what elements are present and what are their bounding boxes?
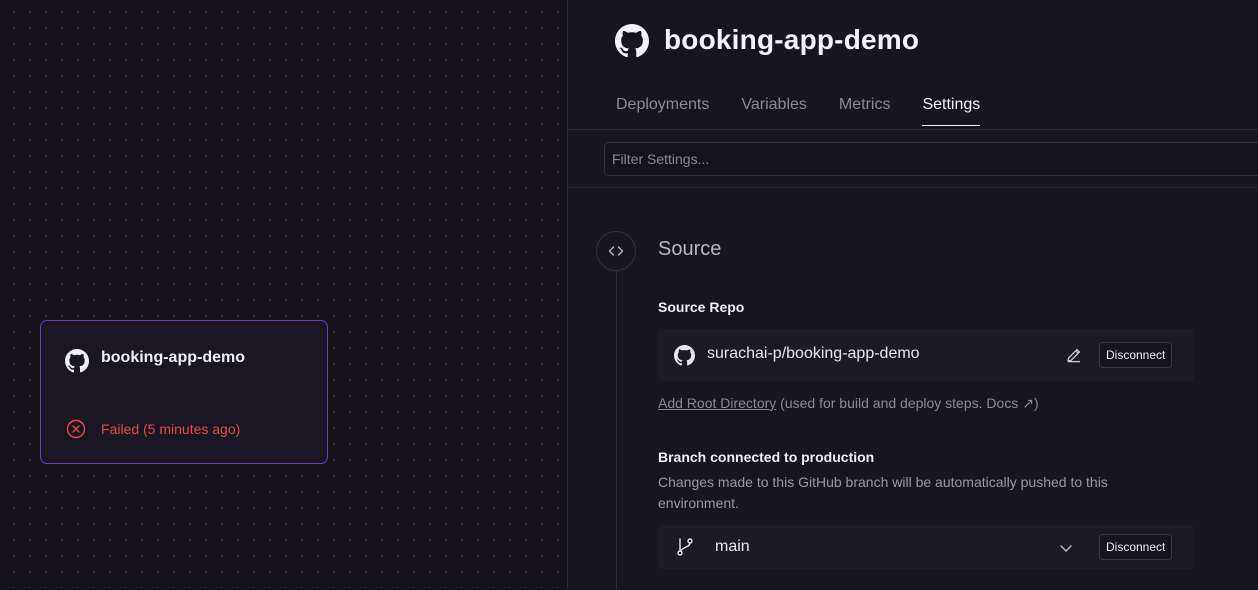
branch-label: Branch connected to production — [658, 449, 874, 465]
filter-settings-input[interactable] — [604, 142, 1258, 176]
edit-icon[interactable] — [1064, 345, 1084, 365]
source-repo-label: Source Repo — [658, 299, 744, 315]
deployment-status: Failed (5 minutes ago) — [101, 421, 240, 437]
service-card-title: booking-app-demo — [101, 349, 245, 367]
filter-bar — [568, 130, 1258, 188]
repo-name: surachai-p/booking-app-demo — [707, 345, 920, 363]
panel-header: booking-app-demo Deployments Variables M… — [568, 0, 1258, 130]
root-directory-line: Add Root Directory (used for build and d… — [658, 395, 1039, 412]
service-panel: booking-app-demo Deployments Variables M… — [568, 0, 1258, 588]
branch-description: Changes made to this GitHub branch will … — [658, 472, 1178, 514]
section-icon-badge — [596, 231, 636, 271]
chevron-down-icon — [1058, 540, 1074, 556]
git-branch-icon — [674, 536, 696, 558]
branch-name: main — [715, 538, 750, 556]
x-circle-icon — [66, 419, 86, 439]
branch-select[interactable]: main Disconnect — [658, 525, 1194, 569]
page-title: booking-app-demo — [664, 24, 919, 56]
tab-deployments[interactable]: Deployments — [616, 96, 709, 125]
github-icon — [65, 349, 89, 373]
github-icon — [674, 345, 695, 366]
docs-link[interactable]: Docs ↗ — [986, 395, 1034, 411]
tab-metrics[interactable]: Metrics — [839, 96, 891, 125]
project-canvas[interactable]: booking-app-demo Failed (5 minutes ago) — [0, 0, 567, 588]
service-card[interactable]: booking-app-demo Failed (5 minutes ago) — [40, 320, 328, 464]
tab-bar: Deployments Variables Metrics Settings — [616, 96, 980, 125]
disconnect-branch-button[interactable]: Disconnect — [1099, 534, 1172, 560]
tab-settings[interactable]: Settings — [922, 96, 980, 125]
disconnect-repo-button[interactable]: Disconnect — [1099, 342, 1172, 368]
add-root-directory-link[interactable]: Add Root Directory — [658, 395, 776, 411]
source-repo-box: surachai-p/booking-app-demo Disconnect — [658, 329, 1194, 381]
github-icon — [615, 24, 649, 58]
tab-variables[interactable]: Variables — [741, 96, 807, 125]
section-timeline — [616, 270, 617, 590]
root-directory-hint-suffix: ) — [1034, 395, 1039, 411]
root-directory-hint-prefix: (used for build and deploy steps. — [780, 395, 986, 411]
code-icon — [607, 242, 625, 260]
section-title: Source — [658, 238, 721, 261]
